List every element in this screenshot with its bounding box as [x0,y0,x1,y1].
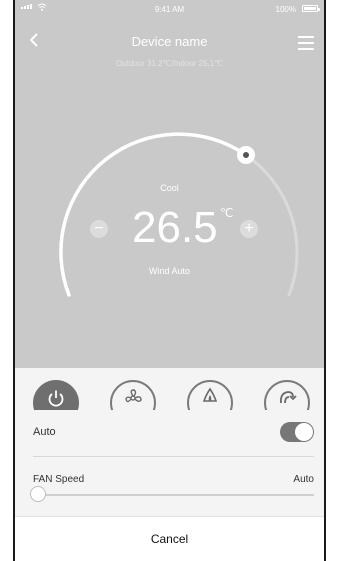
auto-row: Auto [15,410,324,456]
fan-icon [125,389,142,403]
temperature-value: 26.5 [132,203,218,252]
wind-label: Wind Auto [148,266,191,276]
dry-mode-button[interactable] [264,380,310,410]
phone-screen: 9:41 AM 100% Device name Outdoor 31.2℃/I… [13,0,326,561]
decrease-temp-button[interactable]: − [90,220,108,238]
cancel-bar: Cancel [15,516,324,561]
toggle-knob [295,423,313,441]
heat-icon [202,387,218,402]
power-button[interactable] [33,380,79,410]
mode-label: Cool [160,183,179,193]
auto-label: Auto [33,426,56,438]
cancel-button[interactable]: Cancel [15,532,324,546]
fan-speed-slider[interactable] [30,486,314,502]
dry-icon [279,391,297,404]
fan-speed-value: Auto [293,474,314,485]
thermostat-panel: 9:41 AM 100% Device name Outdoor 31.2℃/I… [15,0,324,368]
increase-temp-button[interactable]: + [240,220,258,238]
heat-mode-button[interactable] [187,380,233,410]
fan-speed-label: FAN Speed [33,474,85,485]
temperature-unit: ℃ [220,206,234,220]
slider-thumb[interactable] [30,486,46,502]
auto-toggle[interactable] [280,422,314,442]
fan-mode-button[interactable] [110,380,156,410]
temperature-row: − 26.5 ℃ + [15,202,324,258]
divider [33,456,314,457]
power-icon [48,390,64,407]
mode-button-row [15,368,324,410]
